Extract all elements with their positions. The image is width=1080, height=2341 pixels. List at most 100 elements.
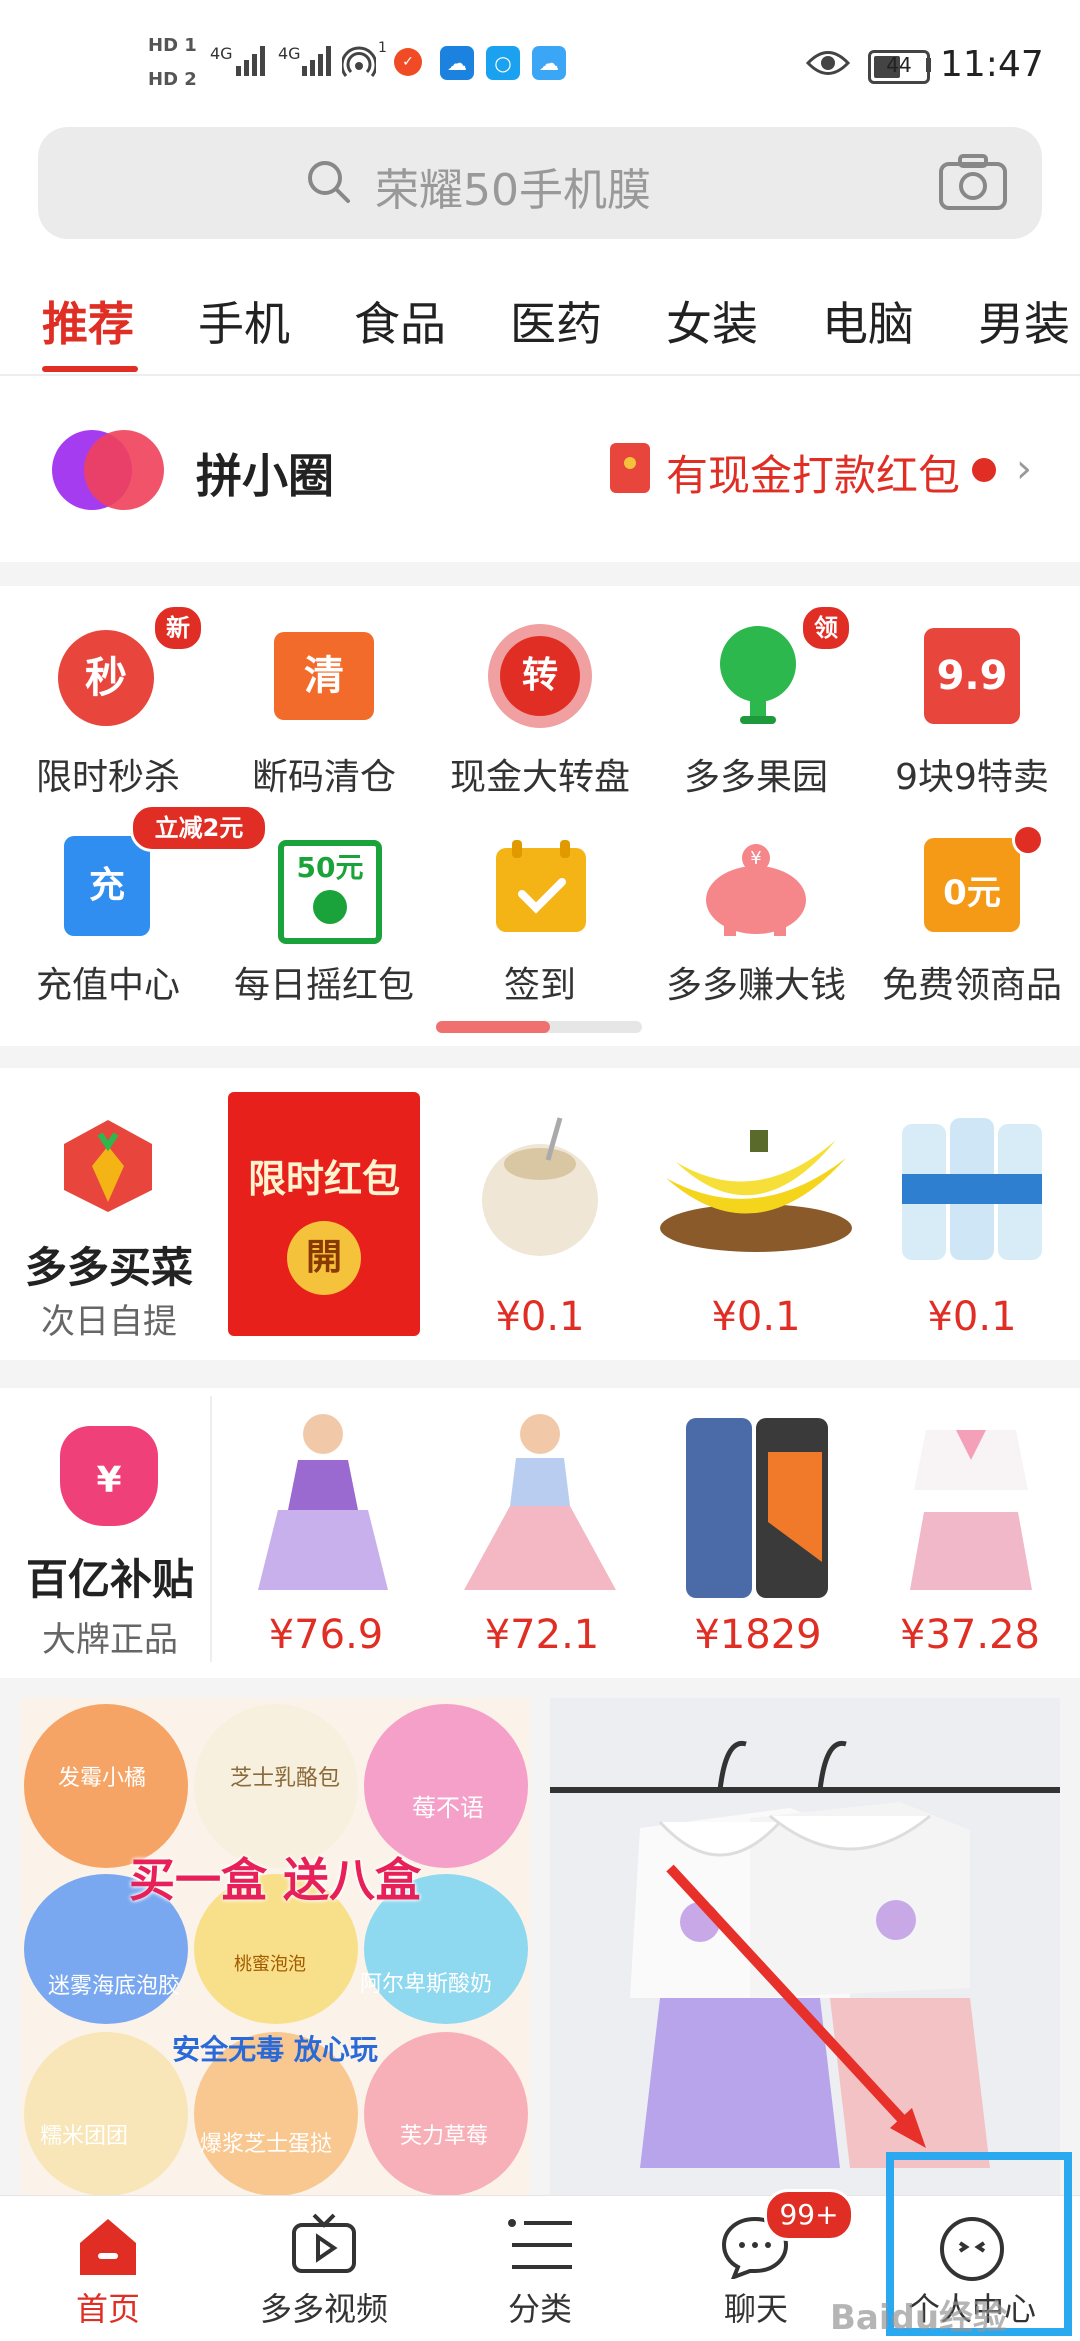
jk-uniform-image[interactable]	[906, 1420, 1036, 1600]
weather-icon: ☁	[440, 46, 474, 80]
watermark: Baidu经验	[830, 2298, 1008, 2338]
signal1-icon	[236, 46, 268, 76]
piggy-bank-icon: ¥	[694, 842, 818, 942]
water-bottles-image[interactable]	[896, 1104, 1046, 1268]
water-price: ¥0.1	[927, 1294, 1017, 1340]
grid-item-free-goods[interactable]: 0元 免费领商品	[864, 808, 1080, 1008]
banana-image[interactable]	[656, 1118, 856, 1262]
coconut-price: ¥0.1	[495, 1294, 585, 1340]
grocery-title: 多多买菜	[24, 1243, 193, 1292]
hanfu-dress-image[interactable]	[460, 1410, 620, 1604]
grid-label: 现金大转盘	[449, 757, 630, 798]
cloud-icon: ☁	[532, 46, 566, 80]
subsidy-title: 百亿补贴	[25, 1555, 194, 1604]
nav-label: 首页	[75, 2290, 140, 2328]
status-bar: HD 1 HD 2 4G 4G 1 ✓ ☁ ○ ☁ 44 11:47	[0, 0, 1080, 120]
hotspot-icon	[340, 46, 378, 84]
slime-label: 阿尔卑斯酸奶	[360, 1972, 493, 1997]
tab-active-indicator	[42, 366, 138, 372]
hanfu-dress-price: ¥72.1	[484, 1612, 600, 1658]
slime-banner[interactable]: 发霉小橘 芝士乳酪包 莓不语 迷雾海底泡胶 桃蜜泡泡 阿尔卑斯酸奶 糯米团团 爆…	[20, 1698, 530, 2196]
notification-dot	[1012, 824, 1044, 856]
slime-label: 芝士乳酪包	[230, 1766, 341, 1791]
grocery-subtitle: 次日自提	[41, 1302, 177, 1342]
purple-dress-image[interactable]	[248, 1410, 398, 1604]
coconut-image[interactable]	[460, 1108, 620, 1272]
slime-label: 芙力草莓	[400, 2124, 489, 2149]
wheel-center: 转	[500, 636, 580, 716]
slime-label: 莓不语	[412, 1794, 484, 1822]
subsidy-subtitle: 大牌正品	[42, 1620, 178, 1660]
iqoo-phone-price: ¥1829	[694, 1612, 822, 1658]
tab-mens[interactable]: 男装	[978, 288, 1070, 354]
nav-home[interactable]: 首页	[0, 2195, 216, 2340]
battery-level: 44	[886, 53, 912, 77]
purple-dress-price: ¥76.9	[268, 1612, 384, 1658]
pin-circle-logo-icon	[50, 428, 166, 516]
hotspot-count: 1	[378, 40, 387, 56]
nav-video[interactable]: 多多视频	[216, 2195, 432, 2340]
nav-label: 多多视频	[259, 2290, 388, 2328]
grid-label: 多多赚大钱	[665, 965, 846, 1006]
net1-label: 4G	[210, 44, 233, 63]
slime-label: 迷雾海底泡胶	[48, 1974, 181, 1999]
price-tag-icon: 9.9	[924, 628, 1020, 724]
tab-medicine[interactable]: 医药	[510, 288, 602, 354]
camera-icon[interactable]	[938, 152, 1008, 216]
banana-price: ¥0.1	[711, 1294, 801, 1340]
open-red-packet-button[interactable]: 開	[287, 1221, 361, 1295]
slime-label: 糯米团团	[40, 2124, 129, 2149]
grid-label: 限时秒杀	[35, 757, 180, 798]
grid-item-checkin[interactable]: 签到	[432, 808, 648, 1008]
app-notification-icon: ✓	[394, 48, 422, 76]
chevron-right-icon[interactable]: ›	[1016, 446, 1032, 492]
grid-label: 每日摇红包	[233, 965, 414, 1006]
carrot-logo-icon	[56, 1112, 160, 1220]
grid-item-flash-sale[interactable]: 秒 新 限时秒杀	[0, 600, 216, 800]
grid-label: 签到	[503, 965, 576, 1006]
slime-headline: 买一盒 送八盒	[128, 1853, 421, 1907]
grid-item-daily-shake[interactable]: 50元 每日摇红包	[216, 808, 432, 1008]
grid-item-spin-wheel[interactable]: 转 现金大转盘	[432, 600, 648, 800]
grid-page-indicator	[436, 1021, 642, 1033]
sim1-label: HD 1	[148, 35, 197, 56]
grid-item-earn-money[interactable]: ¥ 多多赚大钱	[648, 808, 864, 1008]
grid-item-orchard[interactable]: 领 多多果园	[648, 600, 864, 800]
slime-label: 发霉小橘	[58, 1766, 147, 1791]
home-icon	[74, 2213, 142, 2285]
slime-tagline: 安全无毒 放心玩	[172, 2033, 378, 2066]
pin-circle-promo[interactable]: 有现金打款红包	[666, 442, 960, 503]
pin-circle-title: 拼小圈	[196, 449, 334, 503]
grid-item-clearance[interactable]: 清 断码清仓	[216, 600, 432, 800]
red-packet-title: 限时红包	[247, 1157, 400, 1201]
alarm-clock-icon: 秒	[58, 630, 154, 726]
slime-label: 桃蜜泡泡	[234, 1954, 306, 1975]
money-bag-icon: ¥	[60, 1426, 158, 1526]
chat-unread-badge: 99+	[764, 2189, 854, 2241]
tab-phone[interactable]: 手机	[198, 288, 290, 354]
wallet-icon: 50元	[278, 840, 382, 944]
grid-item-topup[interactable]: 充 立减2元 充值中心	[0, 804, 268, 1008]
browser-search-icon: ○	[486, 46, 520, 80]
tab-food[interactable]: 食品	[354, 288, 446, 354]
tab-womens[interactable]: 女装	[666, 288, 758, 354]
search-placeholder[interactable]: 荣耀50手机膜	[375, 154, 651, 218]
list-icon	[506, 2215, 574, 2279]
limited-red-packet[interactable]: 限时红包 開	[228, 1092, 420, 1336]
iqoo-phone-image[interactable]	[682, 1412, 832, 1606]
sim2-label: HD 2	[148, 69, 197, 90]
tv-play-icon	[290, 2211, 358, 2283]
grid-label: 9块9特卖	[895, 757, 1049, 798]
wheel-icon: 转	[488, 624, 592, 728]
tree-icon	[706, 624, 810, 732]
kids-outfit-banner[interactable]	[550, 1698, 1060, 2196]
tab-computer[interactable]: 电脑	[822, 288, 914, 354]
net2-label: 4G	[278, 44, 301, 63]
grid-item-9-9-sale[interactable]: 9.9 9块9特卖	[864, 600, 1080, 800]
nav-category[interactable]: 分类	[432, 2195, 648, 2340]
unread-dot	[972, 458, 996, 482]
battery-icon: 44	[868, 50, 930, 84]
wallet-amount: 50元	[296, 851, 364, 884]
grid-label: 多多果园	[683, 757, 828, 798]
tab-recommend[interactable]: 推荐	[42, 288, 134, 354]
